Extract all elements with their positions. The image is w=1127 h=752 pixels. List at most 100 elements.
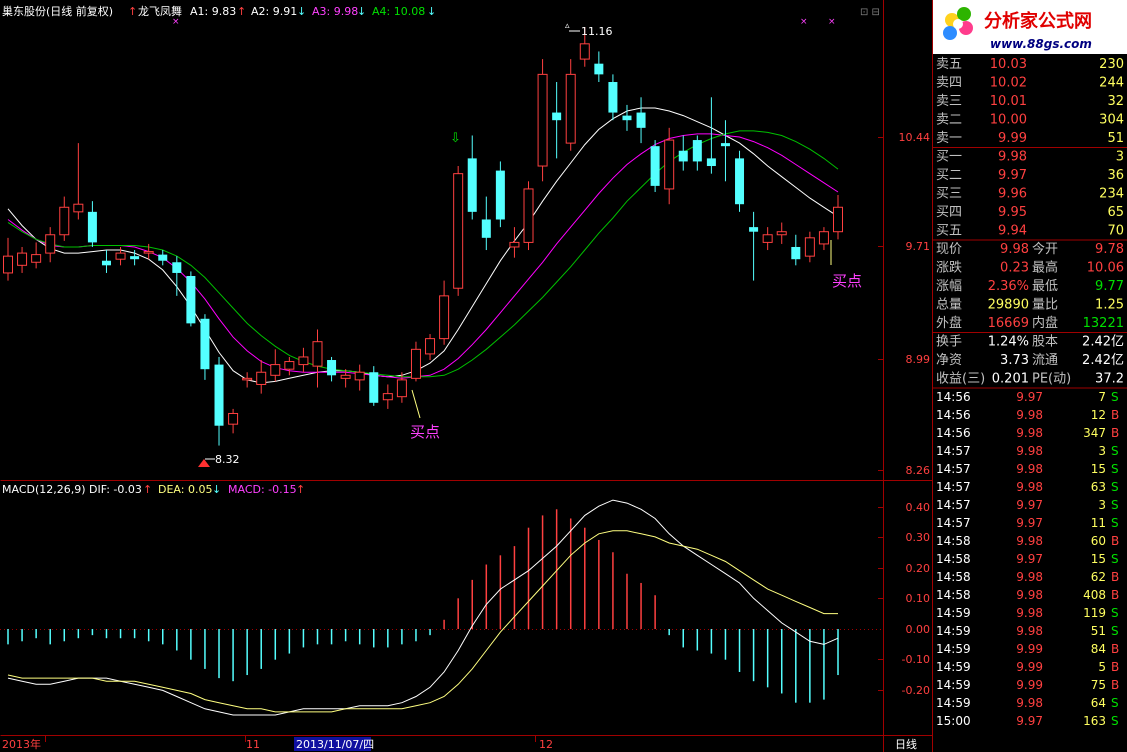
book-label: 买二	[936, 168, 962, 183]
tick-label: -0.10	[902, 653, 930, 666]
tick-price: 9.98	[1016, 696, 1043, 710]
tick-price: 9.98	[1016, 480, 1043, 494]
arrow-down-icon: ↓	[297, 5, 306, 18]
candle-body	[340, 374, 351, 379]
candle-body	[720, 143, 730, 147]
tick-volume: 119	[1083, 606, 1106, 620]
candle-body	[369, 372, 379, 403]
tick-label: 9.71	[906, 240, 931, 253]
candle-body	[45, 234, 56, 254]
tick-time: 14:59	[936, 660, 971, 674]
candle	[650, 140, 660, 192]
tick-side: B	[1111, 570, 1119, 584]
candle-body	[242, 377, 253, 381]
book-label: 买四	[936, 205, 962, 220]
tick-price: 9.97	[1016, 552, 1043, 566]
quote-label: 内盘	[1032, 315, 1058, 331]
book-label: 卖五	[936, 57, 962, 72]
book-price: 9.96	[998, 187, 1027, 202]
stock-chart-screen: 巢东股份(日线 前复权) ↑ 龙飞凤舞 A1: 9.83 ↑ A2: 9.91 …	[0, 0, 1127, 752]
quote-value: 2.36%	[988, 279, 1029, 294]
candle-body	[3, 255, 13, 274]
candle-body	[594, 63, 604, 75]
tick-row: 14:58 9.98 60 B	[936, 534, 1119, 548]
tick-price: 9.99	[1016, 642, 1043, 656]
tick-volume: 3	[1098, 444, 1106, 458]
tick-time: 14:57	[936, 480, 971, 494]
window-control-icon[interactable]: ⊡ ⊟	[860, 7, 880, 18]
book-volume: 244	[1099, 76, 1124, 91]
tick-row: 14:57 9.98 15 S	[936, 462, 1119, 476]
tick-price: 9.99	[1016, 660, 1043, 674]
book-price: 9.97	[998, 168, 1027, 183]
tick-volume: 15	[1091, 552, 1106, 566]
macd-name: MACD(12,26,9)	[2, 483, 86, 496]
tick-time: 14:57	[936, 462, 971, 476]
date-label: 2013年	[2, 737, 41, 751]
candle-body	[678, 150, 688, 162]
candle-body	[706, 158, 716, 167]
book-volume: 234	[1099, 187, 1124, 202]
tick-row: 14:57 9.97 11 S	[936, 516, 1119, 530]
tick-volume: 75	[1091, 678, 1106, 692]
tick-label: 0.10	[906, 592, 931, 605]
candle-body	[130, 256, 140, 260]
tick-label: 0.20	[906, 562, 931, 575]
close-icon[interactable]: ×	[828, 17, 836, 27]
candle-body	[298, 356, 309, 366]
quote-label: 涨跌	[936, 260, 962, 276]
candle-body	[284, 361, 295, 370]
book-price: 9.99	[998, 131, 1027, 146]
tick-volume: 11	[1091, 516, 1106, 530]
quote-value: 9.98	[1000, 242, 1029, 257]
quote-label: 外盘	[936, 315, 962, 331]
high-price-label: 11.16	[581, 25, 613, 38]
candle-body	[101, 260, 111, 266]
a3-value: A3: 9.98	[312, 5, 358, 18]
quote-value: 13221	[1083, 316, 1124, 331]
quote-value: 0.23	[1000, 261, 1029, 276]
quote-value: 9.78	[1095, 242, 1124, 257]
tick-volume: 7	[1098, 390, 1106, 404]
book-volume: 70	[1107, 224, 1124, 239]
tick-label: 0.40	[906, 501, 931, 514]
tick-side: B	[1111, 534, 1119, 548]
tick-row: 14:59 9.99 84 B	[936, 642, 1119, 656]
close-icon[interactable]: ×	[800, 17, 808, 27]
quote-label: 量比	[1032, 298, 1058, 313]
tick-volume: 5	[1098, 660, 1106, 674]
macd-value: MACD: -0.15	[228, 483, 297, 496]
book-volume: 32	[1107, 94, 1124, 109]
tick-label: 0.00	[906, 623, 931, 636]
candle	[453, 166, 464, 296]
fundamental-value: 2.42亿	[1082, 335, 1124, 350]
candle-body	[186, 276, 196, 324]
candle-body	[425, 338, 436, 355]
dea-value: DEA: 0.05	[158, 483, 212, 496]
tick-label: 0.30	[906, 531, 931, 544]
tick-side: S	[1111, 624, 1119, 638]
book-price: 10.01	[990, 94, 1027, 109]
fundamental-label: 流通	[1032, 353, 1058, 368]
tick-side: S	[1111, 444, 1119, 458]
tick-side: S	[1111, 696, 1119, 710]
a4-value: A4: 10.08	[372, 5, 425, 18]
book-price: 10.00	[990, 113, 1027, 128]
tick-side: S	[1111, 462, 1119, 476]
a2-value: A2: 9.91	[251, 5, 297, 18]
book-volume: 230	[1099, 57, 1124, 72]
tick-row: 14:58 9.98 62 B	[936, 570, 1119, 584]
logo: 分析家公式网 www.88gs.com	[933, 0, 1127, 54]
tick-volume: 408	[1083, 588, 1106, 602]
candle-body	[791, 246, 801, 260]
tick-time: 14:56	[936, 408, 971, 422]
candle-body	[650, 146, 660, 186]
tick-label: 8.99	[906, 353, 931, 366]
tick-price: 9.98	[1016, 570, 1043, 584]
candle	[735, 150, 745, 212]
buy-signal-label: 买点	[410, 423, 440, 441]
candle-body	[579, 43, 590, 60]
tick-price: 9.98	[1016, 588, 1043, 602]
close-icon[interactable]: ×	[172, 17, 180, 27]
book-label: 卖二	[936, 113, 962, 128]
